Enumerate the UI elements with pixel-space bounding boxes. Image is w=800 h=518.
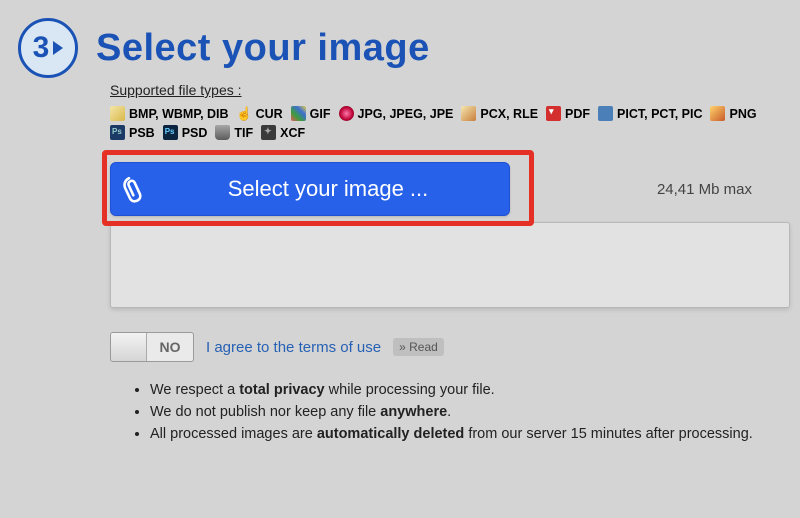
toggle-state-label: NO bbox=[147, 333, 193, 361]
terms-toggle[interactable]: NO bbox=[110, 332, 194, 362]
supported-filetypes-label: Supported file types : bbox=[110, 82, 792, 98]
tif-icon bbox=[215, 125, 230, 140]
png-icon bbox=[710, 106, 725, 121]
file-dropzone[interactable] bbox=[110, 222, 790, 308]
jpg-icon bbox=[339, 106, 354, 121]
select-image-button[interactable]: Select your image ... bbox=[110, 162, 510, 216]
terms-of-use-link[interactable]: I agree to the terms of use bbox=[206, 339, 381, 356]
step-badge: 3 bbox=[18, 18, 78, 78]
filetype-jpg: JPG, JPEG, JPE bbox=[339, 106, 454, 121]
max-size-label: 24,41 Mb max bbox=[657, 181, 792, 198]
gif-icon bbox=[291, 106, 306, 121]
filetype-tif: TIF bbox=[215, 125, 253, 140]
pdf-icon bbox=[546, 106, 561, 121]
select-image-button-label: Select your image ... bbox=[167, 176, 509, 202]
privacy-line-1: We respect a total privacy while process… bbox=[150, 380, 790, 402]
filetype-bmp: BMP, WBMP, DIB bbox=[110, 106, 229, 121]
privacy-line-2: We do not publish nor keep any file anyw… bbox=[150, 402, 790, 424]
filetype-gif: GIF bbox=[291, 106, 331, 121]
filetype-png: PNG bbox=[710, 106, 756, 121]
play-triangle-icon bbox=[53, 41, 63, 55]
toggle-knob bbox=[111, 333, 147, 361]
privacy-list: We respect a total privacy while process… bbox=[150, 380, 790, 445]
filetype-list: BMP, WBMP, DIB ☝CUR GIF JPG, JPEG, JPE P… bbox=[110, 106, 792, 140]
filetype-pcx: PCX, RLE bbox=[461, 106, 538, 121]
filetype-psb: PSB bbox=[110, 125, 155, 140]
filetype-pict: PICT, PCT, PIC bbox=[598, 106, 702, 121]
filetype-psd: PSD bbox=[163, 125, 208, 140]
filetype-xcf: XCF bbox=[261, 125, 305, 140]
psb-icon bbox=[110, 125, 125, 140]
psd-icon bbox=[163, 125, 178, 140]
pict-icon bbox=[598, 106, 613, 121]
privacy-line-3: All processed images are automatically d… bbox=[150, 424, 790, 446]
read-terms-button[interactable]: » Read bbox=[393, 338, 444, 356]
section-title: Select your image bbox=[96, 27, 430, 70]
step-number: 3 bbox=[33, 31, 50, 65]
xcf-icon bbox=[261, 125, 276, 140]
paperclip-icon bbox=[116, 170, 152, 208]
cursor-icon: ☝ bbox=[237, 106, 252, 121]
filetype-pdf: PDF bbox=[546, 106, 590, 121]
filetype-cur: ☝CUR bbox=[237, 106, 283, 121]
pcx-icon bbox=[461, 106, 476, 121]
bmp-icon bbox=[110, 106, 125, 121]
